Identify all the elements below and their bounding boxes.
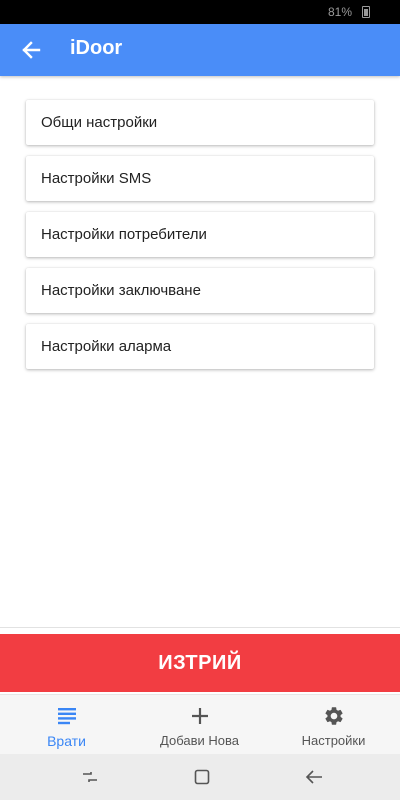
menu-item-sms-settings[interactable]: Настройки SMS [26, 156, 374, 201]
app-title: iDoor [70, 37, 123, 59]
battery-icon [362, 6, 370, 18]
home-button[interactable] [182, 762, 222, 792]
delete-button[interactable]: ИЗТРИЙ [0, 634, 400, 692]
recent-apps-button[interactable] [70, 762, 110, 792]
list-icon [57, 705, 77, 727]
menu-item-label: Настройки SMS [41, 170, 152, 187]
nav-item-settings[interactable]: Настройки [267, 695, 400, 755]
nav-item-add-new[interactable]: Добави Нова [133, 695, 266, 755]
gear-icon [323, 705, 345, 727]
arrow-left-icon [22, 41, 41, 59]
menu-item-label: Общи настройки [41, 114, 158, 131]
menu-item-label: Настройки аларма [41, 338, 172, 355]
system-back-button[interactable] [294, 762, 334, 792]
system-navigation-bar [0, 754, 400, 800]
bottom-navigation: Врати Добави Нова Настройки [0, 694, 400, 755]
nav-item-doors[interactable]: Врати [0, 695, 133, 755]
divider [0, 627, 400, 628]
back-button[interactable] [14, 34, 48, 66]
menu-item-label: Настройки заключване [41, 282, 201, 299]
status-bar: 81% [0, 0, 400, 24]
battery-percentage: 81% [327, 5, 352, 19]
back-icon [305, 770, 322, 784]
recent-apps-icon [83, 772, 97, 782]
menu-item-alarm-settings[interactable]: Настройки аларма [26, 324, 374, 369]
nav-label: Врати [47, 733, 86, 749]
menu-item-user-settings[interactable]: Настройки потребители [26, 212, 374, 257]
settings-menu: Общи настройки Настройки SMS Настройки п… [26, 100, 374, 380]
nav-label: Настройки [301, 733, 366, 748]
home-icon [194, 769, 210, 785]
menu-item-label: Настройки потребители [41, 226, 207, 243]
menu-item-lock-settings[interactable]: Настройки заключване [26, 268, 374, 313]
menu-item-general-settings[interactable]: Общи настройки [26, 100, 374, 145]
app-bar: iDoor [0, 24, 400, 76]
plus-icon [190, 705, 210, 727]
nav-label: Добави Нова [160, 733, 239, 748]
